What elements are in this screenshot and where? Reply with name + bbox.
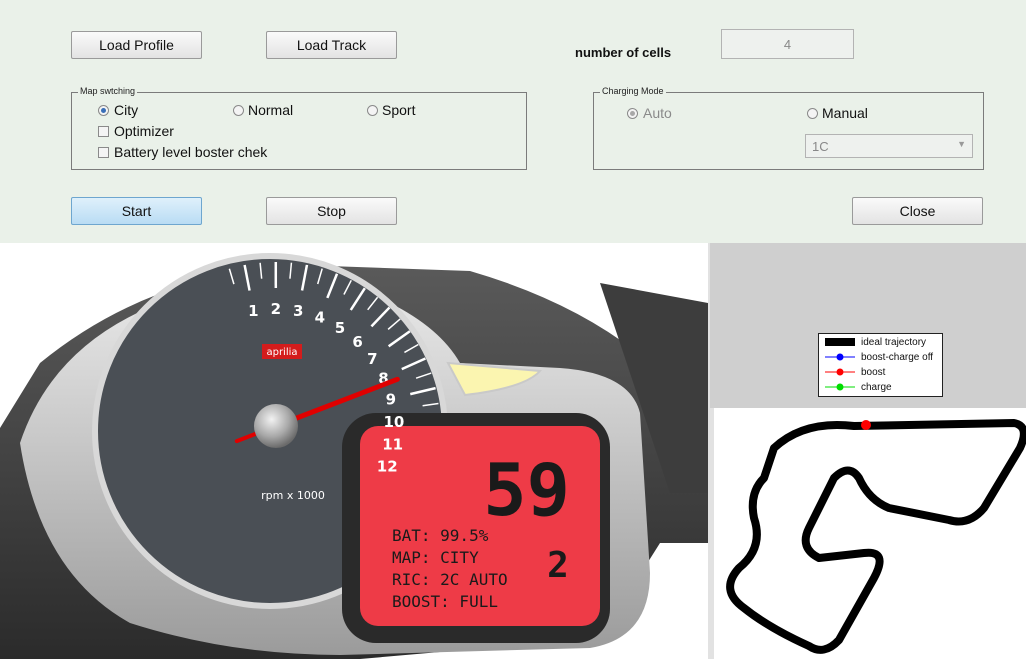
- legend-swatch-boost: [825, 368, 855, 376]
- tach-label-2: 2: [271, 300, 281, 318]
- city-radio[interactable]: [98, 105, 109, 116]
- sport-label: Sport: [382, 102, 416, 118]
- app-window: Load Profile Load Track number of cells …: [0, 0, 1026, 659]
- tach-label-7: 7: [367, 350, 377, 368]
- map-switching-title: Map swtching: [78, 86, 138, 96]
- tach-label-4: 4: [315, 308, 325, 326]
- load-track-button[interactable]: Load Track: [266, 31, 397, 59]
- cells-label: number of cells: [575, 45, 672, 60]
- dashboard-graphic: 1 2 3 456789101112 rpm x 1000 aprilia 59 2 …: [0, 253, 708, 659]
- auto-radio[interactable]: [627, 108, 638, 119]
- sport-radio[interactable]: [367, 105, 378, 116]
- normal-label: Normal: [248, 102, 294, 118]
- legend-label-off: boost-charge off: [861, 351, 934, 363]
- rpm-unit-label: rpm x 1000: [261, 489, 325, 502]
- needle-hub: [254, 404, 298, 448]
- legend-swatch-off: [825, 353, 855, 361]
- legend-item-boost: boost: [823, 365, 885, 379]
- manual-radio[interactable]: [807, 108, 818, 119]
- legend-swatch-ideal: [825, 338, 855, 346]
- charging-mode-group: Charging Mode: [593, 86, 984, 170]
- tach-label-1: 1: [248, 302, 258, 320]
- vehicle-position-marker: [861, 420, 871, 430]
- legend-item-off: boost-charge off: [823, 350, 933, 364]
- battery-booster-label: Battery level boster chek: [114, 144, 268, 160]
- ric-readout: RIC: 2C AUTO: [392, 570, 508, 589]
- charge-rate-value: 1C: [812, 138, 829, 154]
- brand-text: aprilia: [266, 347, 297, 358]
- legend-item-charge: charge: [823, 380, 892, 394]
- tach-label-11: 11: [382, 436, 403, 454]
- auto-label: Auto: [643, 105, 672, 121]
- cells-field[interactable]: 4: [721, 29, 854, 59]
- boost-readout: BOOST: FULL: [392, 592, 498, 611]
- battery-readout: BAT: 99.5%: [392, 526, 489, 545]
- tach-label-9: 9: [386, 391, 396, 409]
- chevron-down-icon: ▼: [957, 139, 966, 149]
- track-legend: ideal trajectory boost-charge off boost …: [818, 333, 943, 397]
- track-map: [726, 419, 1026, 654]
- city-label: City: [114, 102, 139, 118]
- tach-label-6: 6: [352, 333, 362, 351]
- gear-readout: 2: [547, 545, 569, 586]
- charge-rate-dropdown[interactable]: 1C ▼: [805, 134, 973, 158]
- track-map-pane: [714, 408, 1026, 659]
- legend-label-ideal: ideal trajectory: [861, 336, 927, 348]
- legend-item-ideal: ideal trajectory: [823, 335, 926, 349]
- load-profile-button[interactable]: Load Profile: [71, 31, 202, 59]
- legend-label-charge: charge: [861, 381, 892, 393]
- tach-label-5: 5: [335, 319, 345, 337]
- optimizer-checkbox[interactable]: [98, 126, 109, 137]
- start-button[interactable]: Start: [71, 197, 202, 225]
- battery-booster-checkbox[interactable]: [98, 147, 109, 158]
- close-button[interactable]: Close: [852, 197, 983, 225]
- speed-readout: 59: [483, 448, 570, 532]
- dashboard-panel: 1 2 3 4 5 6 7 8 9 10 11 12 rpm x 1000 aprilia 59 2 …: [0, 243, 708, 659]
- control-panel: Load Profile Load Track number of cells …: [0, 0, 1026, 243]
- manual-label: Manual: [822, 105, 868, 121]
- track-trajectory: [726, 419, 1026, 654]
- stop-button[interactable]: Stop: [266, 197, 397, 225]
- normal-radio[interactable]: [233, 105, 244, 116]
- optimizer-label: Optimizer: [114, 123, 174, 139]
- charging-mode-title: Charging Mode: [600, 86, 666, 96]
- legend-label-boost: boost: [861, 366, 886, 378]
- tach-label-10: 10: [383, 413, 404, 431]
- tach-label-12: 12: [377, 457, 398, 475]
- legend-swatch-charge: [825, 383, 855, 391]
- tach-label-3: 3: [293, 302, 303, 320]
- map-readout: MAP: CITY: [392, 548, 479, 567]
